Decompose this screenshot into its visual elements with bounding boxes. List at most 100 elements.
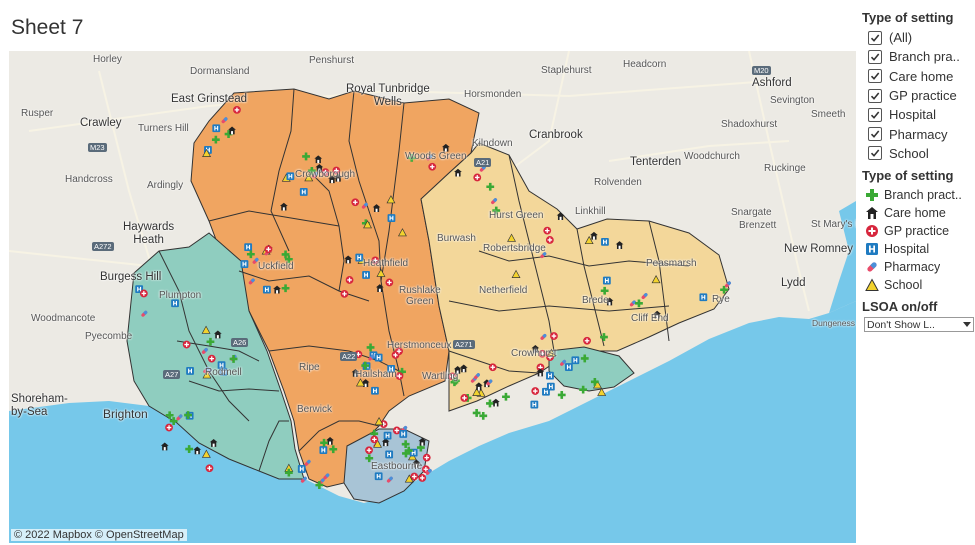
legend-item[interactable]: Hospital xyxy=(862,240,974,258)
place-label: Brede xyxy=(582,295,609,306)
legend-label: Branch pract.. xyxy=(884,188,962,203)
place-label: Staplehurst xyxy=(541,65,592,76)
map-view[interactable]: Horley Dormansland Penshurst Royal Tunbr… xyxy=(9,51,856,543)
map-marker-gp-cross-icon[interactable] xyxy=(264,245,273,254)
map-marker-gp-cross-icon[interactable] xyxy=(205,464,214,473)
legend-item[interactable]: Branch pract.. xyxy=(862,186,974,204)
map-marker-hospital-h-icon[interactable] xyxy=(371,386,379,395)
checkmark-icon xyxy=(870,72,880,81)
map-marker-gp-cross-icon[interactable] xyxy=(531,387,540,395)
lsoa-dropdown[interactable]: Don't Show L.. xyxy=(864,317,974,333)
filter-checkbox[interactable] xyxy=(868,69,882,84)
map-marker-hospital-h-icon[interactable] xyxy=(385,450,394,459)
checkmark-icon xyxy=(870,92,880,100)
filter-checkbox[interactable] xyxy=(868,88,882,103)
map-attribution[interactable]: © 2022 Mapbox © OpenStreetMap xyxy=(11,529,187,541)
map-marker-hospital-h-icon[interactable] xyxy=(601,237,609,246)
map-marker-hospital-h-icon[interactable] xyxy=(546,371,554,380)
map-marker-hospital-h-icon[interactable] xyxy=(602,276,611,285)
map-marker-hospital-h-icon[interactable] xyxy=(319,446,328,454)
map-marker-gp-cross-icon[interactable] xyxy=(340,289,349,298)
filter-item[interactable]: School xyxy=(862,144,974,163)
map-marker-gp-cross-icon[interactable] xyxy=(460,394,469,402)
map-marker-hospital-h-icon[interactable] xyxy=(571,356,580,365)
place-label: Herstmonceux xyxy=(387,340,452,351)
map-marker-hospital-h-icon[interactable] xyxy=(374,353,383,362)
map-marker-gp-cross-icon[interactable] xyxy=(139,289,148,298)
map-marker-gp-cross-icon[interactable] xyxy=(370,435,379,444)
map-marker-hospital-h-icon[interactable] xyxy=(297,465,306,473)
place-label: Rolvenden xyxy=(594,177,642,188)
map-marker-hospital-h-icon[interactable] xyxy=(240,260,249,268)
place-label: Royal Tunbridge Wells xyxy=(346,83,430,108)
map-marker-hospital-h-icon[interactable] xyxy=(564,363,573,371)
map-marker-hospital-h-icon[interactable] xyxy=(399,430,408,438)
map-marker-hospital-h-icon[interactable] xyxy=(362,271,370,279)
map-marker-gp-cross-icon[interactable] xyxy=(182,340,191,349)
map-marker-gp-cross-icon[interactable] xyxy=(473,173,482,182)
map-marker-hospital-h-icon[interactable] xyxy=(383,431,392,440)
place-label: Handcross xyxy=(65,174,113,185)
place-label: Smeeth xyxy=(811,109,846,120)
filter-heading: Type of setting xyxy=(862,10,954,25)
place-label: Woodchurch xyxy=(684,151,740,162)
road-label: A26 xyxy=(231,338,249,347)
map-marker-gp-cross-icon[interactable] xyxy=(583,336,591,345)
map-marker-hospital-h-icon[interactable] xyxy=(212,124,221,133)
map-marker-gp-cross-icon[interactable] xyxy=(488,363,497,372)
map-marker-gp-cross-icon[interactable] xyxy=(545,236,554,244)
map-marker-hospital-h-icon[interactable] xyxy=(355,253,364,262)
checkmark-icon xyxy=(870,149,880,158)
place-label: Wartling xyxy=(422,371,459,382)
filter-checkbox[interactable] xyxy=(868,146,882,161)
map-marker-hospital-h-icon[interactable] xyxy=(186,367,194,375)
map-marker-gp-cross-icon[interactable] xyxy=(351,198,360,207)
filter-checkbox[interactable] xyxy=(868,30,882,45)
legend-item[interactable]: Pharmacy xyxy=(862,258,974,276)
legend-item[interactable]: School xyxy=(862,276,974,294)
map-marker-hospital-h-icon[interactable] xyxy=(387,214,396,222)
sheet-title: Sheet 7 xyxy=(11,16,84,39)
map-marker-gp-cross-icon[interactable] xyxy=(385,278,394,287)
map-marker-hospital-h-icon[interactable] xyxy=(530,400,539,409)
place-label: Cliff End xyxy=(631,313,669,324)
map-marker-hospital-h-icon[interactable] xyxy=(286,172,295,181)
map-marker-gp-cross-icon[interactable] xyxy=(422,453,431,462)
filter-item[interactable]: Hospital xyxy=(862,105,974,124)
map-marker-hospital-h-icon[interactable] xyxy=(699,293,708,302)
map-marker-gp-cross-icon[interactable] xyxy=(550,332,558,340)
map-marker-gp-cross-icon[interactable] xyxy=(233,105,241,114)
map-marker-gp-cross-icon[interactable] xyxy=(165,423,173,432)
filter-checkbox[interactable] xyxy=(868,107,882,122)
place-label: St Mary's Ba xyxy=(811,219,856,230)
map-marker-hospital-h-icon[interactable] xyxy=(374,472,383,481)
place-label: Peasmarsh xyxy=(646,258,697,269)
place-label: Rodmell xyxy=(205,367,242,378)
checkmark-icon xyxy=(870,34,880,42)
filter-item[interactable]: Branch pra.. xyxy=(862,47,974,66)
legend-list: Branch pract.. Care home GP practice Hospit… xyxy=(862,186,974,294)
place-label: Robertsbridge xyxy=(483,243,546,254)
map-marker-gp-cross-icon[interactable] xyxy=(428,162,437,171)
place-label: Eastbourne xyxy=(371,461,423,472)
map-marker-gp-cross-icon[interactable] xyxy=(365,446,373,455)
filter-item[interactable]: Care home xyxy=(862,67,974,86)
filter-label: Branch pra.. xyxy=(889,49,960,65)
map-marker-hospital-h-icon[interactable] xyxy=(299,188,308,196)
map-marker-gp-cross-icon[interactable] xyxy=(418,474,427,482)
filter-checkbox[interactable] xyxy=(868,49,882,64)
place-label: Dormansland xyxy=(190,66,250,77)
map-marker-gp-cross-icon[interactable] xyxy=(207,354,216,363)
map-marker-hospital-h-icon[interactable] xyxy=(546,382,555,391)
legend-item[interactable]: GP practice xyxy=(862,222,974,240)
legend-item[interactable]: Care home xyxy=(862,204,974,222)
map-marker-hospital-h-icon[interactable] xyxy=(244,243,253,252)
filter-item[interactable]: (All) xyxy=(862,28,974,47)
map-marker-gp-cross-icon[interactable] xyxy=(345,276,354,284)
filter-item[interactable]: Pharmacy xyxy=(862,124,974,143)
filter-item[interactable]: GP practice xyxy=(862,86,974,105)
place-label: Crawley xyxy=(80,117,122,129)
map-marker-hospital-h-icon[interactable] xyxy=(262,285,271,294)
filter-checkbox[interactable] xyxy=(868,127,882,142)
map-marker-gp-cross-icon[interactable] xyxy=(543,226,552,235)
